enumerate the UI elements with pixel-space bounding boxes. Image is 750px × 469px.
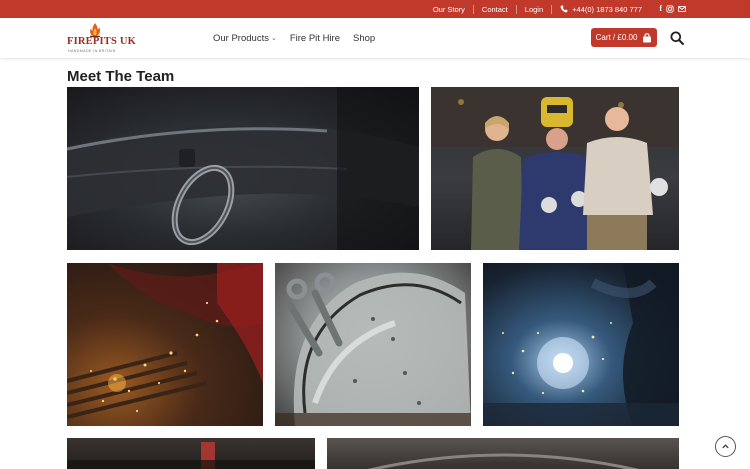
welding-sparks-image	[67, 263, 263, 419]
nav-our-products[interactable]: Our Products ⌄	[213, 33, 277, 44]
fire-pit-bowl-image	[366, 453, 640, 469]
gallery-photo-bottom-right[interactable]	[327, 438, 679, 469]
back-to-top-button[interactable]	[715, 436, 736, 457]
site-header: FIREPITS UK HANDMADE IN BRITAIN Our Prod…	[0, 18, 750, 58]
nav-fire-pit-hire[interactable]: Fire Pit Hire	[290, 33, 340, 44]
page-title: Meet The Team	[67, 68, 175, 85]
top-links: Our Story Contact Login +44(0) 1873 840 …	[433, 0, 642, 18]
cart-label: Cart / £0.00	[595, 33, 638, 42]
top-link-our-story[interactable]: Our Story	[433, 5, 465, 14]
nav-item-label: Fire Pit Hire	[289, 32, 340, 44]
chevron-up-icon	[722, 444, 729, 449]
gallery-photo-bottom-left[interactable]	[67, 438, 315, 469]
phone-icon	[560, 5, 568, 13]
logo-tagline: HANDMADE IN BRITAIN	[68, 49, 116, 53]
phone-number: +44(0) 1873 840 777	[572, 4, 642, 14]
email-icon[interactable]	[678, 5, 686, 13]
gallery-photo-welder-blue[interactable]	[483, 263, 679, 426]
main-nav: Our Products ⌄ Fire Pit Hire Shop	[213, 18, 388, 58]
nav-shop[interactable]: Shop	[353, 33, 375, 44]
workshop-image	[67, 442, 315, 469]
search-icon[interactable]	[670, 31, 684, 45]
flame-icon	[90, 23, 100, 37]
nav-item-label: Our Products	[213, 32, 269, 44]
gallery-photo-welding-sparks[interactable]	[67, 263, 263, 426]
logo[interactable]: FIREPITS UK HANDMADE IN BRITAIN	[67, 23, 136, 55]
divider	[472, 4, 474, 14]
welder-blue-arc-image	[483, 263, 679, 426]
gallery-photo-team[interactable]	[431, 87, 679, 250]
top-bar: Our Story Contact Login +44(0) 1873 840 …	[0, 0, 750, 18]
gallery-photo-clamp[interactable]	[275, 263, 471, 426]
social-links: f	[659, 0, 686, 18]
top-link-login[interactable]: Login	[525, 5, 543, 14]
divider	[515, 4, 517, 14]
cart-button[interactable]: Cart / £0.00	[591, 28, 657, 47]
gallery-photo-fire-pit-ring[interactable]	[67, 87, 419, 250]
team-portrait-image	[431, 87, 679, 250]
divider	[551, 4, 553, 14]
chevron-down-icon: ⌄	[270, 35, 277, 42]
instagram-icon[interactable]	[666, 5, 674, 13]
top-link-contact[interactable]: Contact	[482, 5, 508, 14]
fire-pit-ring-image	[67, 87, 419, 250]
cart-bag-icon	[643, 32, 652, 42]
clamp-on-metal-image	[275, 272, 471, 426]
nav-item-label: Shop	[353, 32, 376, 44]
logo-name: FIREPITS UK	[67, 36, 137, 47]
facebook-icon[interactable]: f	[659, 0, 662, 18]
phone-link[interactable]: +44(0) 1873 840 777	[560, 5, 642, 14]
